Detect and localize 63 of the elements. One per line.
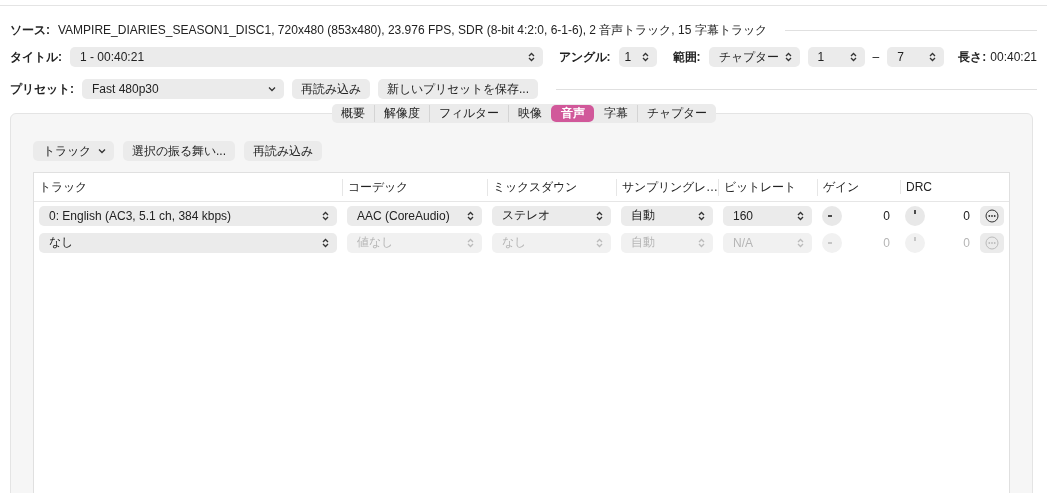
preset-popup[interactable]: Fast 480p30 [82,79,284,99]
knob-icon[interactable] [905,232,925,253]
column-header: コーデック [342,178,487,196]
tab[interactable]: 概要 [332,105,374,122]
column-header: サンプリングレ… [616,178,718,196]
range-end-popup[interactable]: 7 [887,47,945,67]
stepper-icon [596,237,603,248]
stepper-icon [698,237,705,248]
range-label: 範囲: [672,48,701,66]
stepper-icon [467,237,474,248]
samplerate-popup[interactable]: 自動 [621,205,713,226]
drc-value: 0 [963,235,970,250]
range-start-popup[interactable]: 1 [807,47,865,67]
range-dash: – [872,50,880,64]
chevron-icon [98,148,106,154]
stepper-icon [929,52,937,62]
stepper-icon [322,210,329,221]
angle-label: アングル: [558,48,611,66]
stepper-icon [322,237,329,248]
stepper-icon [527,52,535,62]
track-menu[interactable]: トラック [33,141,114,161]
duration-value: 00:40:21 [990,50,1037,64]
knob-icon[interactable] [822,205,842,226]
column-header: ビットレート [718,178,817,196]
duration-label: 長さ: [958,48,987,66]
tab[interactable]: 字幕 [594,105,637,122]
codec-popup[interactable]: AAC (CoreAudio) [347,205,482,226]
tab[interactable]: フィルター [429,105,508,122]
source-info: VAMPIRE_DIARIES_SEASON1_DISC1, 720x480 (853x480), 23.976 FPS, SDR (8-bit 4:2:0, 6-1-6), 2 音声トラック, 15 字幕トラック [58,21,767,39]
stepper-icon [596,210,603,221]
tab[interactable]: 解像度 [374,105,429,122]
preset-button[interactable]: 新しいプリセットを保存... [378,79,538,99]
preset-button[interactable]: 再読み込み [292,79,370,99]
range-type-popup[interactable]: チャプター [708,47,800,67]
title-label: タイトル: [10,48,62,66]
stepper-icon [797,237,804,248]
stepper-icon [849,52,857,62]
gain-value: 0 [883,235,890,250]
title-popup[interactable]: 1 - 00:40:21 [70,47,543,67]
more-icon[interactable] [980,205,1004,226]
stepper-icon [698,210,705,221]
preset-label: プリセット: [10,80,74,98]
drc-value: 0 [963,208,970,223]
chevron-icon [268,86,276,92]
column-header: DRC [900,180,980,194]
mixdown-popup[interactable]: ステレオ [492,205,611,226]
stepper-icon [797,210,804,221]
column-header: ゲイン [817,178,900,196]
knob-icon[interactable] [822,232,842,253]
stepper-icon [641,52,649,62]
track-popup[interactable]: 0: English (AC3, 5.1 ch, 384 kbps) [39,205,337,226]
knob-icon[interactable] [905,205,925,226]
tab[interactable]: 音声 [551,105,594,122]
toolbar-button[interactable]: 選択の振る舞い... [123,141,235,161]
angle-popup[interactable]: 1 [618,47,657,67]
toolbar-button[interactable]: 再読み込み [244,141,322,161]
gain-value: 0 [883,208,890,223]
column-header: トラック [38,178,88,196]
stepper-icon [784,52,792,62]
column-header: ミックスダウン [487,178,616,196]
bitrate-popup[interactable]: 160 [723,205,812,226]
stepper-icon [467,210,474,221]
source-label: ソース: [10,21,50,39]
